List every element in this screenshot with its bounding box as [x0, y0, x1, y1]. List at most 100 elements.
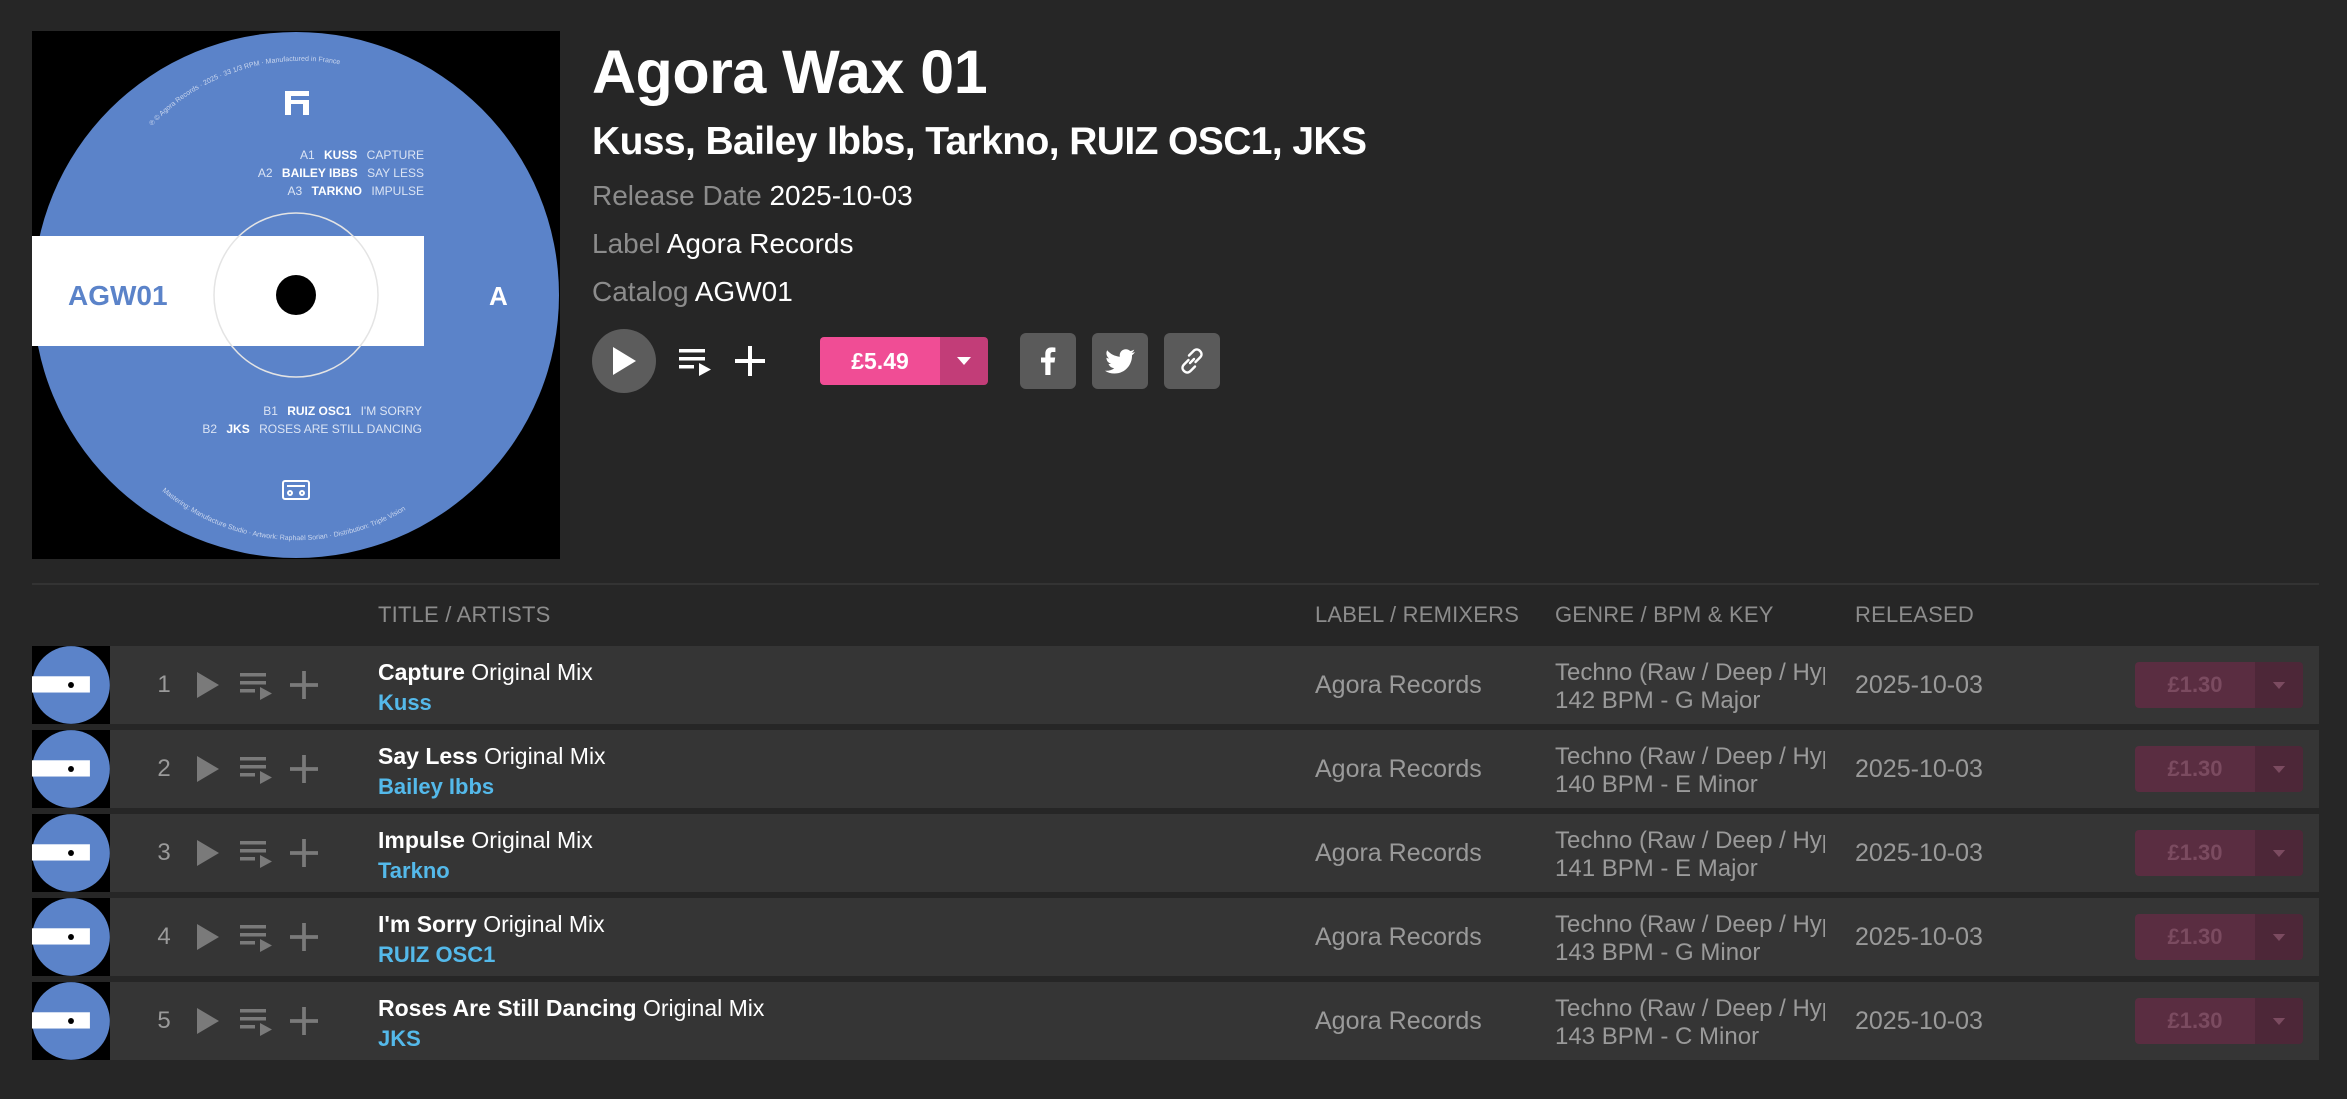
- track-buy-options-dropdown[interactable]: [2255, 746, 2303, 792]
- track-artist-link[interactable]: Bailey Ibbs: [378, 774, 494, 800]
- track-buy-options-dropdown[interactable]: [2255, 914, 2303, 960]
- track-bpm-key: 140 BPM - E Minor: [1555, 771, 1758, 798]
- play-track-button[interactable]: [188, 833, 228, 873]
- artwork-catalog: AGW01: [68, 280, 168, 311]
- header-released[interactable]: RELEASED: [1855, 602, 1974, 628]
- track-artwork-thumbnail[interactable]: [32, 646, 110, 724]
- track-genre[interactable]: Techno (Raw / Deep / Hypnotic): [1555, 743, 1825, 771]
- add-track-to-playlist-button[interactable]: [284, 665, 324, 705]
- track-label-link[interactable]: Agora Records: [1315, 814, 1482, 892]
- track-bpm-key: 143 BPM - G Minor: [1555, 939, 1761, 966]
- buy-options-dropdown[interactable]: [940, 337, 988, 385]
- add-track-to-queue-button[interactable]: [237, 833, 277, 873]
- play-track-button[interactable]: [188, 917, 228, 957]
- track-artwork-thumbnail[interactable]: [32, 898, 110, 976]
- track-artist-link[interactable]: RUIZ OSC1: [378, 942, 495, 968]
- track-title[interactable]: Capture Original Mix: [378, 658, 593, 686]
- track-artwork-thumbnail[interactable]: [32, 982, 110, 1060]
- track-artwork-thumbnail[interactable]: [32, 814, 110, 892]
- add-to-queue-button[interactable]: [676, 341, 716, 381]
- track-buy-options-dropdown[interactable]: [2255, 998, 2303, 1044]
- track-genre[interactable]: Techno (Raw / Deep / Hypnotic): [1555, 827, 1825, 855]
- track-bpm-key: 141 BPM - E Major: [1555, 855, 1758, 882]
- tracklist-header: TITLE / ARTISTS LABEL / REMIXERS GENRE /…: [32, 598, 2319, 634]
- add-track-to-queue-button[interactable]: [237, 665, 277, 705]
- track-row[interactable]: 4 I'm Sorry Original Mix RUIZ OSC1 Agora…: [32, 898, 2319, 976]
- track-title[interactable]: Impulse Original Mix: [378, 826, 593, 854]
- add-track-to-queue-button[interactable]: [237, 1001, 277, 1041]
- share-facebook-button[interactable]: [1020, 333, 1076, 389]
- track-price[interactable]: £1.30: [2135, 914, 2255, 960]
- header-title-artists[interactable]: TITLE / ARTISTS: [378, 602, 551, 628]
- buy-track-button[interactable]: £1.30: [2135, 662, 2303, 708]
- add-track-to-playlist-button[interactable]: [284, 833, 324, 873]
- track-buy-options-dropdown[interactable]: [2255, 830, 2303, 876]
- play-icon: [613, 347, 636, 375]
- catalog-key: Catalog: [592, 276, 689, 307]
- plus-icon: [290, 755, 318, 783]
- track-artist-link[interactable]: Kuss: [378, 690, 432, 716]
- add-to-queue-icon: [679, 349, 711, 376]
- buy-track-button[interactable]: £1.30: [2135, 830, 2303, 876]
- add-track-to-playlist-button[interactable]: [284, 749, 324, 789]
- add-to-queue-icon: [240, 841, 272, 868]
- release-actions: £5.49: [592, 329, 1292, 393]
- track-price[interactable]: £1.30: [2135, 662, 2255, 708]
- track-genre[interactable]: Techno (Raw / Deep / Hypnotic): [1555, 659, 1825, 687]
- header-label-remixers[interactable]: LABEL / REMIXERS: [1315, 602, 1519, 628]
- track-genre[interactable]: Techno (Raw / Deep / Hypnotic): [1555, 911, 1825, 939]
- add-track-to-playlist-button[interactable]: [284, 917, 324, 957]
- caret-down-icon: [2272, 849, 2286, 857]
- caret-down-icon: [2272, 681, 2286, 689]
- release-artists[interactable]: Kuss, Bailey Ibbs, Tarkno, RUIZ OSC1, JK…: [592, 118, 2292, 166]
- artwork-track-a2: A2 BAILEY IBBS SAY LESS: [258, 166, 424, 180]
- track-artwork-thumbnail[interactable]: [32, 730, 110, 808]
- track-genre[interactable]: Techno (Raw / Deep / Hypnotic): [1555, 995, 1825, 1023]
- buy-release-button[interactable]: £5.49: [820, 337, 988, 385]
- track-row[interactable]: 3 Impulse Original Mix Tarkno Agora Reco…: [32, 814, 2319, 892]
- buy-track-button[interactable]: £1.30: [2135, 914, 2303, 960]
- play-icon: [197, 672, 219, 698]
- release-info: Agora Wax 01 Kuss, Bailey Ibbs, Tarkno, …: [592, 36, 2292, 310]
- track-label-link[interactable]: Agora Records: [1315, 730, 1482, 808]
- add-track-to-playlist-button[interactable]: [284, 1001, 324, 1041]
- track-row[interactable]: 5 Roses Are Still Dancing Original Mix J…: [32, 982, 2319, 1060]
- track-released-date: 2025-10-03: [1855, 1007, 1983, 1035]
- track-released-date: 2025-10-03: [1855, 923, 1983, 951]
- play-track-button[interactable]: [188, 665, 228, 705]
- release-artwork: ℗ © Agora Records · 2025 · 33 1/3 RPM · …: [32, 31, 560, 559]
- track-artist-link[interactable]: Tarkno: [378, 858, 450, 884]
- play-track-button[interactable]: [188, 749, 228, 789]
- release-price[interactable]: £5.49: [820, 337, 940, 385]
- add-to-playlist-button[interactable]: [730, 341, 770, 381]
- track-label-link[interactable]: Agora Records: [1315, 898, 1482, 976]
- buy-track-button[interactable]: £1.30: [2135, 746, 2303, 792]
- copy-link-button[interactable]: [1164, 333, 1220, 389]
- track-title[interactable]: Roses Are Still Dancing Original Mix: [378, 994, 764, 1022]
- track-price[interactable]: £1.30: [2135, 830, 2255, 876]
- play-track-button[interactable]: [188, 1001, 228, 1041]
- track-label-link[interactable]: Agora Records: [1315, 982, 1482, 1060]
- release-date-value: 2025-10-03: [769, 180, 913, 211]
- track-title[interactable]: Say Less Original Mix: [378, 742, 606, 770]
- add-track-to-queue-button[interactable]: [237, 917, 277, 957]
- label-link[interactable]: Agora Records: [667, 228, 854, 259]
- track-bpm-key: 143 BPM - C Minor: [1555, 1023, 1760, 1050]
- track-buy-options-dropdown[interactable]: [2255, 662, 2303, 708]
- buy-track-button[interactable]: £1.30: [2135, 998, 2303, 1044]
- artwork-track-b2: B2 JKS ROSES ARE STILL DANCING: [202, 422, 422, 436]
- track-row[interactable]: 1 Capture Original Mix Kuss Agora Record…: [32, 646, 2319, 724]
- track-artist-link[interactable]: JKS: [378, 1026, 421, 1052]
- share-twitter-button[interactable]: [1092, 333, 1148, 389]
- play-release-button[interactable]: [592, 329, 656, 393]
- track-genre-bpm-key: Techno (Raw / Deep / Hypnotic) 143 BPM -…: [1555, 911, 1825, 967]
- track-label-link[interactable]: Agora Records: [1315, 646, 1482, 724]
- tracklist: 1 Capture Original Mix Kuss Agora Record…: [32, 646, 2319, 1066]
- track-price[interactable]: £1.30: [2135, 998, 2255, 1044]
- caret-down-icon: [2272, 933, 2286, 941]
- track-title[interactable]: I'm Sorry Original Mix: [378, 910, 605, 938]
- add-track-to-queue-button[interactable]: [237, 749, 277, 789]
- track-row[interactable]: 2 Say Less Original Mix Bailey Ibbs Agor…: [32, 730, 2319, 808]
- header-genre-bpm-key[interactable]: GENRE / BPM & KEY: [1555, 602, 1774, 628]
- track-price[interactable]: £1.30: [2135, 746, 2255, 792]
